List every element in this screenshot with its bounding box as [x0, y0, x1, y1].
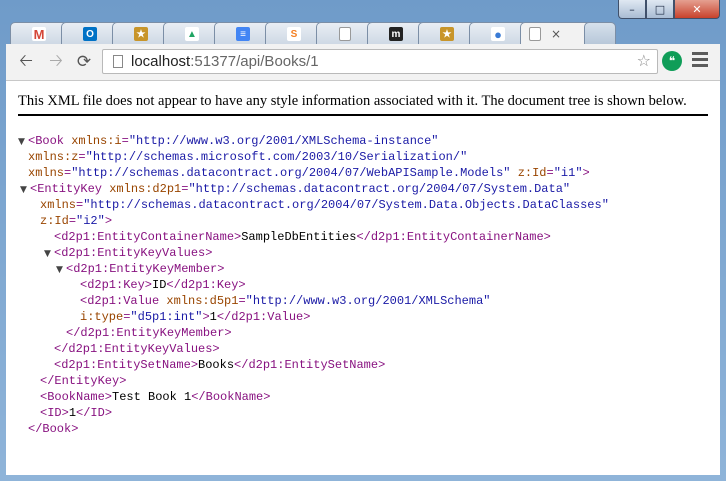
back-button[interactable]: 🡠	[14, 51, 38, 73]
globe-icon: ●	[491, 27, 505, 42]
tab-globe[interactable]: ●	[469, 22, 527, 45]
xml-line: i:type="d5p1:int">1</d2p1:Value>	[80, 310, 311, 324]
xml-line: ▼ <EntityKey xmlns:d2p1="http://schemas.d…	[20, 182, 571, 198]
url-text[interactable]: localhost:51377/api/Books/1	[131, 53, 319, 70]
tab-close-icon[interactable]: ×	[551, 27, 561, 41]
page-icon	[113, 55, 123, 68]
xml-line: <d2p1:EntitySetName>Books</d2p1:EntitySe…	[54, 358, 386, 372]
tab-medium[interactable]: m	[367, 22, 425, 45]
docs-icon: ≡	[236, 27, 250, 41]
xml-line: ▼ <d2p1:EntityKeyValues>	[44, 246, 213, 262]
forward-button[interactable]: 🡢	[44, 51, 68, 73]
medium-icon: m	[389, 27, 403, 41]
badge-icon: ★	[440, 27, 454, 41]
xml-line: ▼ <d2p1:EntityKeyMember>	[56, 262, 225, 278]
page-content: This XML file does not appear to have an…	[6, 81, 720, 475]
xml-line: z:Id="i2">	[40, 214, 113, 228]
tab-document[interactable]	[316, 22, 374, 45]
menu-icon[interactable]	[692, 52, 708, 68]
collapse-arrow-icon[interactable]: ▼	[18, 134, 28, 150]
xml-line: xmlns="http://schemas.datacontract.org/2…	[40, 198, 609, 212]
collapse-arrow-icon[interactable]: ▼	[20, 182, 30, 198]
hangouts-icon[interactable]: ❝	[662, 51, 682, 71]
drive-icon: ▲	[185, 27, 199, 41]
tab-outlook[interactable]: O	[61, 22, 119, 45]
badge-icon: ★	[134, 27, 148, 41]
gmail-icon: M	[32, 26, 46, 42]
collapse-arrow-icon[interactable]: ▼	[44, 246, 54, 262]
xml-line: ▼ <Book xmlns:i="http://www.w3.org/2001/X…	[18, 134, 439, 150]
xml-line: </d2p1:EntityKeyValues>	[54, 342, 220, 356]
tab-stackoverflow[interactable]: S	[265, 22, 323, 45]
address-bar[interactable]: localhost:51377/api/Books/1 ☆	[102, 49, 658, 74]
browser-toolbar: 🡠 🡢 ⟳ localhost:51377/api/Books/1 ☆ ❝	[6, 44, 720, 81]
xml-line: </d2p1:EntityKeyMember>	[66, 326, 232, 340]
tab-badge[interactable]: ★	[112, 22, 170, 45]
tab-drive[interactable]: ▲	[163, 22, 221, 45]
new-tab-button[interactable]	[584, 22, 616, 45]
xml-style-notice: This XML file does not appear to have an…	[18, 93, 708, 116]
xml-line: <d2p1:EntityContainerName>SampleDbEntiti…	[54, 230, 551, 244]
tab-docs[interactable]: ≡	[214, 22, 272, 45]
xml-line: </EntityKey>	[40, 374, 127, 388]
document-icon	[529, 27, 541, 41]
window-controls: – □ ✕	[618, 0, 720, 20]
tab-strip: M O ★ ▲ ≡ S m ★ ● ×	[6, 20, 720, 45]
xml-line: <d2p1:Key>ID</d2p1:Key>	[80, 278, 246, 292]
xml-line: xmlns:z="http://schemas.microsoft.com/20…	[28, 150, 468, 164]
minimize-button[interactable]: –	[618, 0, 646, 19]
xml-line: </Book>	[28, 422, 79, 436]
maximize-button[interactable]: □	[646, 0, 674, 19]
browser-window: – □ ✕ M O ★ ▲ ≡ S m ★ ● × 🡠 🡢 ⟳ localhos…	[0, 0, 726, 481]
xml-tree: ▼ <Book xmlns:i="http://www.w3.org/2001/X…	[18, 133, 609, 437]
collapse-arrow-icon[interactable]: ▼	[56, 262, 66, 278]
reload-button[interactable]: ⟳	[72, 51, 96, 73]
xml-line: <d2p1:Value xmlns:d5p1="http://www.w3.or…	[80, 294, 491, 308]
document-icon	[339, 27, 351, 41]
close-button[interactable]: ✕	[674, 0, 720, 19]
outlook-icon: O	[83, 27, 97, 41]
stackoverflow-icon: S	[287, 27, 301, 41]
tab-gmail[interactable]: M	[10, 22, 68, 45]
tab-active-xml[interactable]: ×	[520, 22, 592, 45]
xml-line: <ID>1</ID>	[40, 406, 113, 420]
xml-line: xmlns="http://schemas.datacontract.org/2…	[28, 166, 590, 180]
tab-badge-2[interactable]: ★	[418, 22, 476, 45]
bookmark-star-icon[interactable]: ☆	[637, 51, 651, 70]
xml-line: <BookName>Test Book 1</BookName>	[40, 390, 271, 404]
